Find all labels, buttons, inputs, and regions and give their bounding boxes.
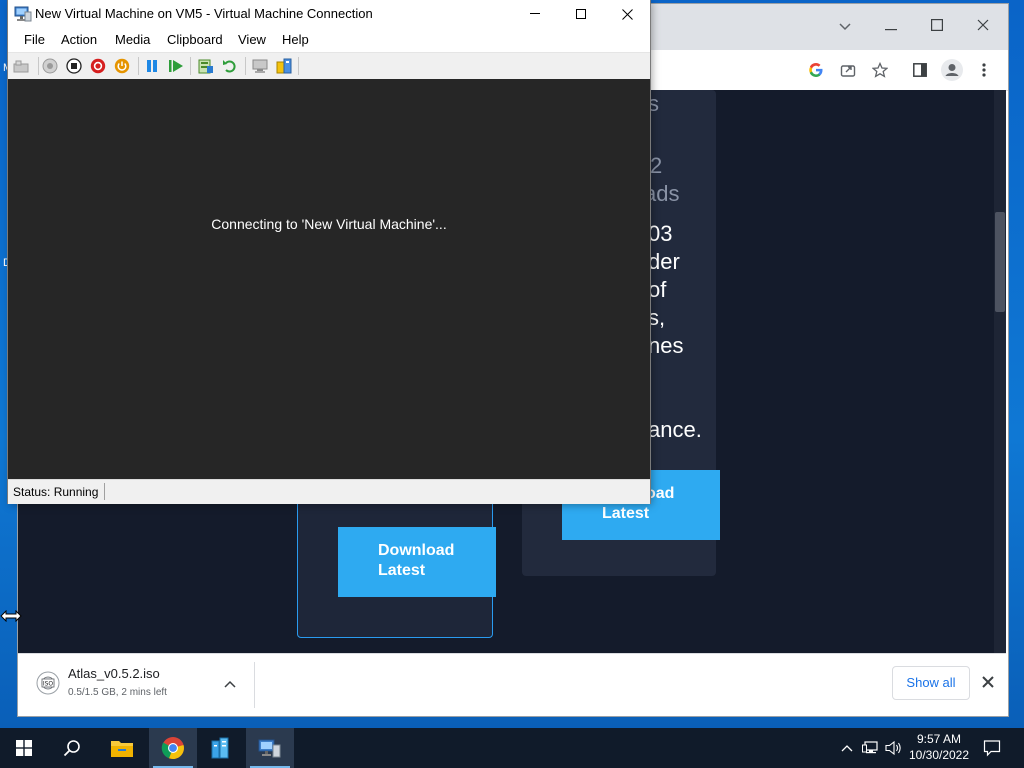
volume-icon[interactable]: [884, 728, 904, 768]
iso-file-icon: ISO: [36, 671, 60, 695]
share-icon[interactable]: [836, 58, 860, 82]
window-title: New Virtual Machine on VM5 - Virtual Mac…: [35, 6, 373, 21]
button-label: Latest: [378, 562, 426, 579]
server-manager-icon[interactable]: [197, 728, 245, 768]
download-filename: Atlas_v0.5.2.iso: [68, 666, 160, 681]
close-button[interactable]: [967, 14, 999, 38]
download-status: 0.5/1.5 GB, 2 mins left: [68, 687, 167, 698]
pause-icon[interactable]: [143, 57, 161, 75]
card-text: s,: [648, 305, 666, 330]
menu-bar: File Action Media Clipboard View Help: [8, 28, 650, 52]
chevron-up-icon[interactable]: [838, 728, 856, 768]
more-menu-icon[interactable]: [972, 58, 996, 82]
menu-file[interactable]: File: [24, 32, 45, 47]
shutdown-icon[interactable]: [89, 57, 107, 75]
turn-off-icon[interactable]: [65, 57, 83, 75]
clock-time: 9:57 AM: [916, 732, 962, 746]
enhanced-session-icon[interactable]: [251, 57, 269, 75]
hyper-v-icon[interactable]: [246, 728, 294, 768]
divider: [298, 57, 299, 75]
card-text: nes: [648, 333, 684, 358]
status-bar: Status: Running: [8, 479, 650, 504]
card-text: 2: [650, 153, 663, 178]
maximize-button[interactable]: [558, 0, 604, 28]
profile-avatar-icon[interactable]: [940, 58, 964, 82]
menu-view[interactable]: View: [238, 32, 266, 47]
power-icon[interactable]: [113, 57, 131, 75]
divider: [254, 662, 255, 708]
divider: [245, 57, 246, 75]
search-icon[interactable]: [48, 728, 96, 768]
minimize-button[interactable]: [512, 0, 558, 28]
connecting-message: Connecting to 'New Virtual Machine'...: [211, 216, 447, 232]
checkpoint-icon[interactable]: [197, 57, 215, 75]
button-label: Download: [378, 542, 455, 559]
divider: [38, 57, 39, 75]
divider: [190, 57, 191, 75]
clock[interactable]: 9:57 AM 10/30/2022: [906, 731, 972, 763]
tab-search-icon[interactable]: [829, 14, 861, 38]
button-label: Latest: [602, 505, 650, 522]
vm-display[interactable]: Connecting to 'New Virtual Machine'...: [8, 79, 650, 479]
file-explorer-icon[interactable]: [98, 728, 146, 768]
ctrl-alt-del-icon[interactable]: [12, 57, 30, 75]
start-icon[interactable]: [41, 57, 59, 75]
card-text: 03: [648, 221, 673, 246]
divider: [138, 57, 139, 75]
resize-cursor-icon: [0, 609, 22, 624]
card-text: of: [648, 277, 667, 302]
download-latest-button[interactable]: Download Latest: [338, 527, 496, 597]
close-icon[interactable]: [976, 670, 1000, 694]
network-icon[interactable]: [861, 728, 881, 768]
menu-action[interactable]: Action: [61, 32, 97, 47]
vm-connect-app-icon: [14, 5, 32, 23]
vm-titlebar[interactable]: New Virtual Machine on VM5 - Virtual Mac…: [8, 0, 650, 28]
notifications-icon[interactable]: [980, 728, 1004, 768]
download-item[interactable]: ISO Atlas_v0.5.2.iso 0.5/1.5 GB, 2 mins …: [18, 654, 254, 716]
start-button[interactable]: [0, 728, 48, 768]
divider: [104, 483, 105, 500]
svg-text:ISO: ISO: [43, 681, 54, 688]
card-text: ance.: [648, 417, 702, 442]
side-panel-icon[interactable]: [908, 58, 932, 82]
vm-toolbar: [8, 52, 650, 80]
vm-connection-window: New Virtual Machine on VM5 - Virtual Mac…: [8, 0, 650, 504]
taskbar: 9:57 AM 10/30/2022: [0, 728, 1024, 768]
close-button[interactable]: [604, 0, 650, 28]
google-icon[interactable]: [804, 58, 828, 82]
scrollbar-thumb[interactable]: [995, 212, 1005, 312]
share-icon[interactable]: [275, 57, 293, 75]
revert-icon[interactable]: [221, 57, 239, 75]
download-shelf: ISO Atlas_v0.5.2.iso 0.5/1.5 GB, 2 mins …: [18, 653, 1006, 716]
menu-help[interactable]: Help: [282, 32, 309, 47]
menu-media[interactable]: Media: [115, 32, 150, 47]
chevron-up-icon[interactable]: [224, 677, 236, 689]
resume-icon[interactable]: [167, 57, 185, 75]
minimize-button[interactable]: [875, 14, 907, 38]
card-text: der: [648, 249, 680, 274]
page-scrollbar[interactable]: [994, 90, 1006, 653]
maximize-button[interactable]: [921, 14, 953, 38]
bookmark-star-icon[interactable]: [868, 58, 892, 82]
show-all-button[interactable]: Show all: [892, 666, 970, 700]
chrome-icon[interactable]: [149, 728, 197, 768]
menu-clipboard[interactable]: Clipboard: [167, 32, 223, 47]
clock-date: 10/30/2022: [908, 748, 970, 762]
status-text: Status: Running: [13, 485, 99, 499]
